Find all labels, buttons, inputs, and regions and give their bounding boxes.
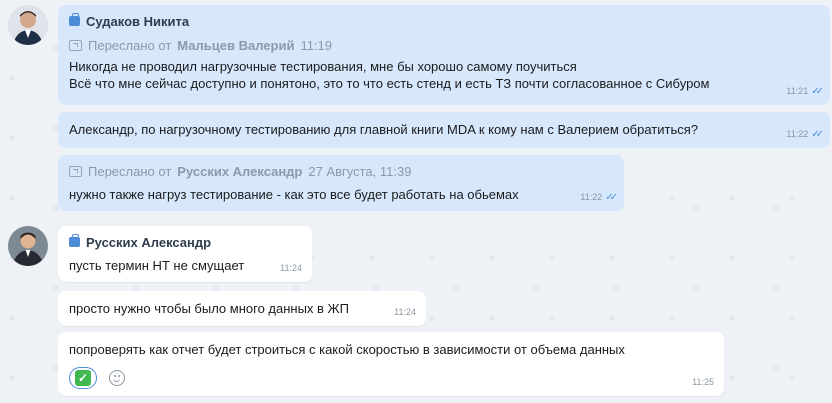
forward-label: Переслано от — [88, 163, 172, 179]
smile-icon[interactable] — [109, 370, 125, 386]
forward-header: Переслано от Мальцев Валерий 11:19 — [69, 35, 819, 55]
forward-label: Переслано от — [88, 37, 172, 53]
message-bubble[interactable]: просто нужно чтобы было много данных в Ж… — [58, 291, 426, 326]
double-check-icon: ✓✓ — [811, 129, 824, 140]
avatar[interactable] — [8, 5, 48, 45]
message-text: нужно также нагруз тестирование - как эт… — [69, 187, 519, 202]
reaction-chip[interactable]: ✓ — [69, 367, 97, 389]
sender-name[interactable]: Судаков Никита — [86, 13, 189, 30]
forward-time: 11:19 — [300, 37, 333, 53]
briefcase-icon — [69, 13, 80, 26]
message-bubble[interactable]: Судаков Никита Переслано от Мальцев Вале… — [58, 5, 830, 105]
message-time: 11:22 — [580, 192, 603, 202]
forward-icon — [69, 39, 82, 51]
avatar[interactable] — [8, 226, 48, 266]
message-time: 11:24 — [394, 307, 416, 317]
message-bubble[interactable]: Александр, по нагрузочному тестированию … — [58, 112, 830, 148]
message-time: 11:24 — [280, 263, 302, 273]
message-meta: 11:24 — [394, 304, 416, 321]
message-time: 11:25 — [692, 377, 714, 387]
sender-name[interactable]: Русских Александр — [86, 234, 211, 251]
forward-from[interactable]: Мальцев Валерий — [177, 37, 294, 54]
check-mark-emoji-icon: ✓ — [75, 370, 91, 386]
message-text: Всё что мне сейчас доступно и понятоно, … — [69, 76, 710, 91]
message-text: Никогда не проводил нагрузочные тестиров… — [69, 59, 577, 74]
double-check-icon: ✓✓ — [811, 86, 824, 97]
forward-from[interactable]: Русских Александр — [177, 163, 302, 180]
reaction-row: ✓ — [69, 367, 713, 389]
message-bubble[interactable]: Русских Александр пусть термин НТ не сму… — [58, 226, 312, 282]
message-time: 11:22 — [786, 129, 809, 139]
sender-row: Русских Александр — [69, 232, 301, 252]
message-meta: 11:24 — [280, 260, 302, 277]
message-meta: 11:21 ✓✓ — [786, 83, 824, 100]
message-meta: 11:25 — [692, 374, 714, 391]
message-text: просто нужно чтобы было много данных в Ж… — [69, 301, 349, 316]
message-meta: 11:22 ✓✓ — [580, 189, 618, 206]
message-bubble[interactable]: попроверять как отчет будет строиться с … — [58, 332, 724, 396]
message-meta: 11:22 ✓✓ — [786, 126, 824, 143]
forward-time: 27 Августа, 11:39 — [308, 163, 412, 179]
double-check-icon: ✓✓ — [605, 192, 618, 203]
message-time: 11:21 — [786, 86, 809, 96]
forward-icon — [69, 165, 82, 177]
message-bubble[interactable]: Переслано от Русских Александр 27 Август… — [58, 155, 624, 211]
briefcase-icon — [69, 234, 80, 247]
message-text: пусть термин НТ не смущает — [69, 258, 245, 273]
forward-header: Переслано от Русских Александр 27 Август… — [69, 161, 613, 181]
sender-row: Судаков Никита — [69, 11, 819, 31]
message-text: попроверять как отчет будет строиться с … — [69, 342, 625, 357]
message-text: Александр, по нагрузочному тестированию … — [69, 122, 699, 137]
